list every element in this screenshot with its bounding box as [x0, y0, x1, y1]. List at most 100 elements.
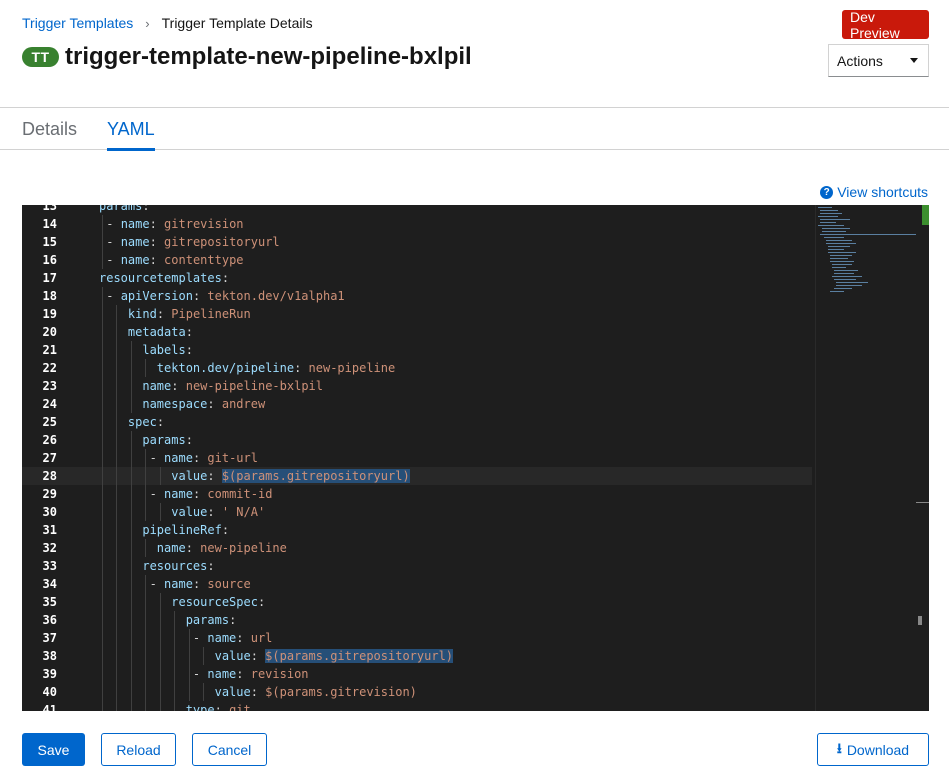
- yaml-key: spec: [127, 415, 157, 429]
- code-text: value: $(params.gitrepositoryurl): [99, 467, 410, 485]
- yaml-key: value: [171, 469, 208, 483]
- code-text: resourcetemplates:: [99, 269, 229, 287]
- code-line: 31 pipelineRef:: [22, 521, 812, 539]
- yaml-value: $(params.gitrepositoryurl): [265, 649, 454, 663]
- yaml-key: name: [164, 487, 193, 501]
- yaml-separator: :: [192, 289, 208, 303]
- code-line: 37 - name: url: [22, 629, 812, 647]
- code-line: 28 value: $(params.gitrepositoryurl): [22, 467, 812, 485]
- yaml-separator: :: [149, 217, 165, 231]
- line-number: 14: [42, 217, 57, 231]
- scrollbar-thumb[interactable]: [922, 205, 929, 225]
- yaml-separator: :: [185, 433, 193, 447]
- code-text: - name: source: [99, 577, 251, 591]
- tab-details[interactable]: Details: [22, 119, 77, 140]
- yaml-value: ' N/A': [221, 505, 266, 519]
- yaml-key: name: [120, 235, 150, 249]
- yaml-editor[interactable]: 13 params: 14 - name: gitrevision 15 - name…: [22, 205, 929, 711]
- code-text: - name: commit-id: [99, 487, 273, 501]
- reload-button[interactable]: Reload: [101, 733, 176, 766]
- editor-minimap[interactable]: [815, 205, 929, 711]
- view-shortcuts-link[interactable]: ? View shortcuts: [820, 184, 928, 200]
- code-text: type: git: [99, 701, 251, 711]
- yaml-value: PipelineRun: [171, 307, 251, 321]
- line-number: 39: [42, 667, 57, 681]
- yaml-separator: :: [156, 307, 172, 321]
- code-text: - apiVersion: tekton.dev/v1alpha1: [99, 289, 345, 303]
- code-text: value: $(params.gitrevision): [99, 683, 417, 701]
- line-number: 32: [42, 541, 57, 555]
- yaml-value: new-pipeline: [200, 541, 287, 555]
- code-text: labels:: [99, 341, 193, 359]
- yaml-separator: :: [192, 451, 208, 465]
- code-line: 19 kind: PipelineRun: [22, 305, 812, 323]
- code-line: 15 - name: gitrepositoryurl: [22, 233, 812, 251]
- line-number: 26: [42, 433, 57, 447]
- line-number: 15: [42, 235, 57, 249]
- yaml-key: tekton.dev/pipeline: [156, 361, 295, 375]
- yaml-separator: :: [156, 415, 165, 429]
- code-line: 40 value: $(params.gitrevision): [22, 683, 812, 701]
- yaml-separator: :: [236, 667, 251, 681]
- download-button[interactable]: ⭳ Download: [817, 733, 929, 766]
- line-number: 17: [42, 271, 57, 285]
- code-text: value: ' N/A': [99, 503, 265, 521]
- code-text: - name: gitrevision: [99, 217, 244, 231]
- page-title: trigger-template-new-pipeline-bxlpil: [65, 43, 472, 70]
- line-number: 38: [42, 649, 57, 663]
- yaml-key: namespace: [142, 397, 208, 411]
- yaml-key: resourcetemplates: [99, 271, 222, 285]
- yaml-separator: :: [171, 379, 186, 393]
- yaml-separator: :: [207, 505, 222, 519]
- yaml-separator: :: [185, 343, 193, 357]
- code-text: - name: revision: [99, 667, 309, 681]
- yaml-separator: :: [192, 487, 208, 501]
- page-header: TT trigger-template-new-pipeline-bxlpil: [22, 43, 472, 71]
- code-line: 35 resourceSpec:: [22, 593, 812, 611]
- yaml-key: value: [171, 505, 208, 519]
- save-button[interactable]: Save: [22, 733, 85, 766]
- line-number: 20: [42, 325, 57, 339]
- code-text: name: new-pipeline: [99, 539, 287, 557]
- code-text: - name: gitrepositoryurl: [99, 235, 280, 249]
- yaml-value: url: [250, 631, 273, 645]
- code-line: 20 metadata:: [22, 323, 812, 341]
- code-line: 24 namespace: andrew: [22, 395, 812, 413]
- cancel-button[interactable]: Cancel: [192, 733, 267, 766]
- yaml-separator: :: [250, 685, 266, 699]
- code-text: resources:: [99, 557, 214, 575]
- resource-badge: TT: [22, 47, 59, 67]
- yaml-separator: :: [149, 235, 165, 249]
- yaml-value: commit-id: [207, 487, 273, 501]
- code-line: 17 resourcetemplates:: [22, 269, 812, 287]
- yaml-key: labels: [142, 343, 186, 357]
- line-number: 23: [42, 379, 57, 393]
- line-number: 28: [42, 469, 57, 483]
- breadcrumb-link-trigger-templates[interactable]: Trigger Templates: [22, 15, 133, 31]
- yaml-value: tekton.dev/v1alpha1: [207, 289, 345, 303]
- code-text: kind: PipelineRun: [99, 305, 251, 323]
- code-text: resourceSpec:: [99, 593, 265, 611]
- yaml-value: $(params.gitrevision): [265, 685, 417, 699]
- download-label: Download: [846, 741, 910, 758]
- actions-dropdown[interactable]: Actions: [828, 44, 929, 77]
- yaml-value: contenttype: [164, 253, 244, 267]
- breadcrumb-current: Trigger Template Details: [161, 15, 313, 31]
- caret-down-icon: [910, 58, 918, 63]
- code-line: 36 params:: [22, 611, 812, 629]
- yaml-key: name: [207, 667, 237, 681]
- code-line: 25 spec:: [22, 413, 812, 431]
- yaml-separator: :: [185, 325, 193, 339]
- actions-label: Actions: [837, 52, 883, 69]
- tab-yaml[interactable]: YAML: [107, 119, 155, 151]
- code-line: 16 - name: contenttype: [22, 251, 812, 269]
- yaml-separator: :: [207, 469, 222, 483]
- line-number: 31: [42, 523, 57, 537]
- minimap-preview: [818, 207, 916, 292]
- yaml-key: name: [164, 577, 193, 591]
- yaml-separator: :: [236, 631, 251, 645]
- code-line: 30 value: ' N/A': [22, 503, 812, 521]
- code-line: 33 resources:: [22, 557, 812, 575]
- tab-bar: Details YAML: [0, 108, 949, 151]
- yaml-value: gitrepositoryurl: [164, 235, 280, 249]
